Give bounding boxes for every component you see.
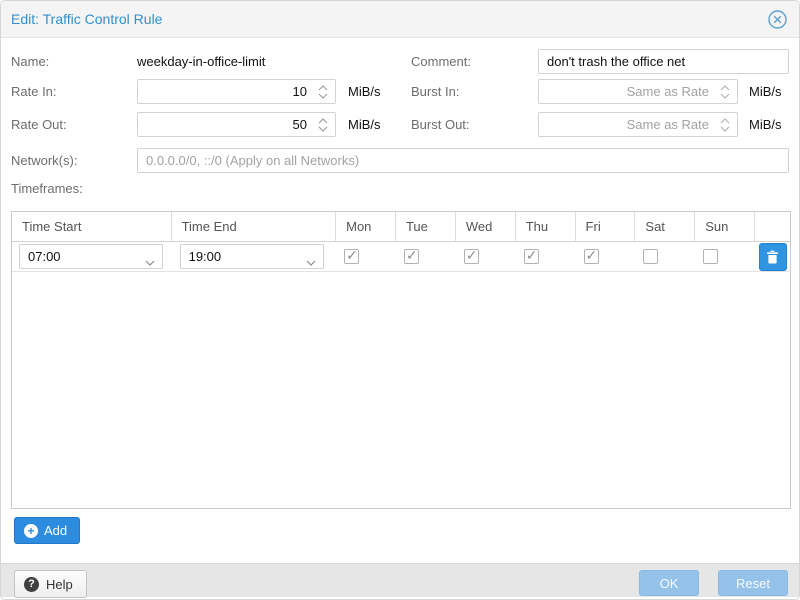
burst-out-unit: MiB/s	[749, 112, 782, 137]
burst-in-spinner[interactable]	[714, 80, 736, 103]
rate-out-field	[137, 112, 336, 137]
spinner-up-icon	[720, 85, 730, 91]
networks-input[interactable]	[137, 148, 789, 173]
rate-out-input[interactable]	[137, 112, 336, 137]
checkbox-wed[interactable]	[464, 249, 479, 264]
timeframes-label: Timeframes:	[11, 179, 83, 199]
trash-icon	[766, 250, 779, 264]
plus-circle-icon: +	[24, 524, 38, 538]
burst-out-spinner[interactable]	[714, 113, 736, 136]
comment-label: Comment:	[411, 49, 471, 74]
rate-in-spinner[interactable]	[312, 80, 334, 103]
col-header-time-start[interactable]: Time Start	[12, 212, 172, 241]
col-header-fri[interactable]: Fri	[576, 212, 636, 241]
col-header-tue[interactable]: Tue	[396, 212, 456, 241]
time-end-combo[interactable]: 19:00	[180, 244, 324, 269]
burst-out-input[interactable]	[538, 112, 738, 137]
rate-in-label: Rate In:	[11, 79, 57, 104]
add-button-label: Add	[44, 523, 67, 538]
col-header-thu[interactable]: Thu	[516, 212, 576, 241]
col-header-sun[interactable]: Sun	[695, 212, 755, 241]
spinner-down-icon	[318, 93, 328, 99]
comment-input[interactable]	[538, 49, 789, 74]
help-button[interactable]: ? Help	[14, 570, 87, 598]
spinner-up-icon	[318, 118, 328, 124]
time-end-value: 19:00	[189, 249, 222, 264]
spinner-down-icon	[720, 126, 730, 132]
timeframes-table-header: Time Start Time End Mon Tue Wed Thu Fri …	[12, 212, 790, 242]
spinner-down-icon	[720, 93, 730, 99]
burst-in-label: Burst In:	[411, 79, 459, 104]
rate-out-label: Rate Out:	[11, 112, 67, 137]
window-title: Edit: Traffic Control Rule	[11, 1, 162, 37]
ok-button-label: OK	[660, 576, 679, 591]
burst-in-unit: MiB/s	[749, 79, 782, 104]
burst-in-input[interactable]	[538, 79, 738, 104]
ok-button[interactable]: OK	[639, 570, 699, 596]
col-header-time-end[interactable]: Time End	[172, 212, 337, 241]
rate-in-unit: MiB/s	[348, 79, 381, 104]
close-icon[interactable]	[768, 10, 787, 29]
rate-out-spinner[interactable]	[312, 113, 334, 136]
rate-in-input[interactable]	[137, 79, 336, 104]
timeframe-row: 07:00 19:00	[12, 242, 790, 272]
window-header: Edit: Traffic Control Rule	[1, 1, 799, 38]
add-button[interactable]: + Add	[14, 517, 80, 544]
checkbox-tue[interactable]	[404, 249, 419, 264]
checkbox-thu[interactable]	[524, 249, 539, 264]
edit-traffic-control-rule-window: Edit: Traffic Control Rule Name: weekday…	[0, 0, 800, 600]
checkbox-sun[interactable]	[703, 249, 718, 264]
checkbox-mon[interactable]	[344, 249, 359, 264]
reset-button-label: Reset	[736, 576, 770, 591]
networks-label: Network(s):	[11, 148, 77, 173]
reset-button[interactable]: Reset	[718, 570, 788, 596]
name-label: Name:	[11, 49, 49, 74]
burst-out-field	[538, 112, 738, 137]
burst-in-field	[538, 79, 738, 104]
chevron-down-icon	[306, 254, 316, 269]
chevron-down-icon	[145, 254, 155, 269]
question-circle-icon: ?	[24, 577, 39, 592]
rate-out-unit: MiB/s	[348, 112, 381, 137]
burst-out-label: Burst Out:	[411, 112, 470, 137]
spinner-down-icon	[318, 126, 328, 132]
bottom-toolbar: ? Help OK Reset	[1, 563, 799, 597]
spinner-up-icon	[720, 118, 730, 124]
checkbox-sat[interactable]	[643, 249, 658, 264]
timeframes-table: Time Start Time End Mon Tue Wed Thu Fri …	[11, 211, 791, 509]
rate-in-field	[137, 79, 336, 104]
col-header-sat[interactable]: Sat	[635, 212, 695, 241]
spinner-up-icon	[318, 85, 328, 91]
checkbox-fri[interactable]	[584, 249, 599, 264]
delete-row-button[interactable]	[759, 243, 787, 271]
time-start-combo[interactable]: 07:00	[19, 244, 163, 269]
col-header-wed[interactable]: Wed	[456, 212, 516, 241]
col-header-actions	[755, 212, 790, 241]
col-header-mon[interactable]: Mon	[336, 212, 396, 241]
time-start-value: 07:00	[28, 249, 61, 264]
help-button-label: Help	[46, 577, 73, 592]
name-value: weekday-in-office-limit	[137, 49, 265, 74]
